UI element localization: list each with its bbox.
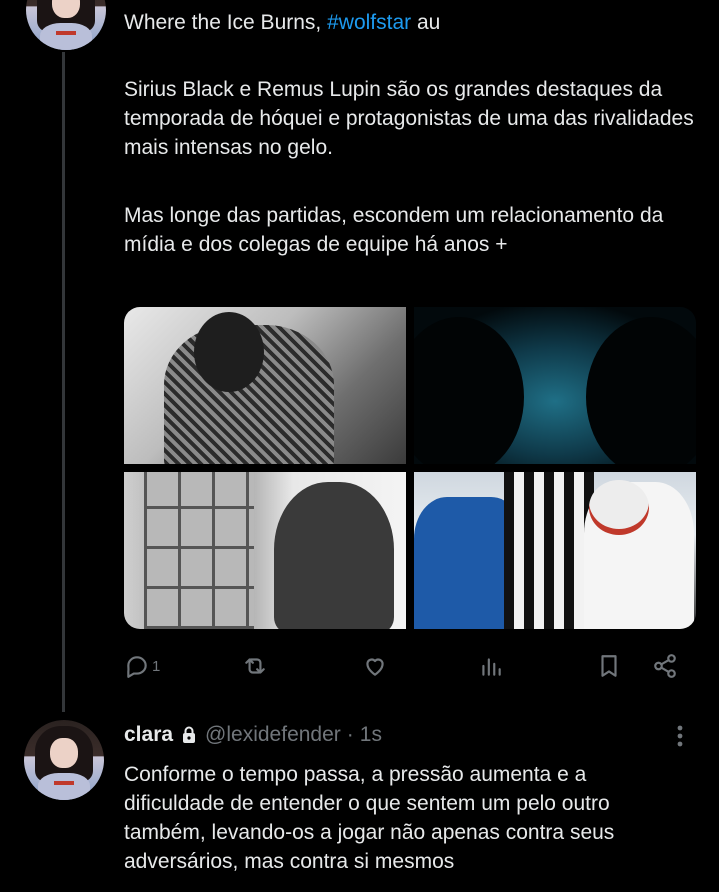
share-icon [654, 654, 676, 678]
like-icon [366, 658, 384, 676]
display-name[interactable]: clara [124, 723, 173, 747]
media-image-4[interactable] [414, 472, 696, 629]
media-grid [124, 307, 696, 629]
separator-dot: · [346, 723, 354, 746]
retweet-button[interactable] [242, 648, 270, 684]
hashtag-link[interactable]: #wolfstar [327, 11, 411, 34]
bookmark-icon [601, 655, 617, 677]
user-handle[interactable]: @lexidefender [205, 723, 341, 747]
share-button[interactable] [652, 648, 678, 684]
avatar[interactable] [24, 720, 104, 800]
tweet-body: Conforme o tempo passa, a pressão aument… [124, 763, 621, 873]
like-button[interactable] [362, 648, 390, 684]
tweet-paragraph-1: Sirius Black e Remus Lupin são os grande… [124, 78, 700, 159]
tweet-actions: 1 [124, 648, 696, 684]
timestamp[interactable]: 1s [360, 723, 382, 747]
lock-icon [183, 726, 196, 743]
media-image-1[interactable] [124, 307, 406, 464]
retweet-icon [245, 658, 265, 674]
more-icon[interactable] [668, 722, 692, 750]
thread-line [62, 52, 65, 712]
views-button[interactable] [478, 648, 506, 684]
reply-icon [127, 656, 147, 678]
bookmark-button[interactable] [596, 648, 622, 684]
media-image-3[interactable] [124, 472, 406, 629]
media-image-2[interactable] [414, 307, 696, 464]
avatar[interactable] [26, 0, 106, 50]
tweet-title: Where the Ice Burns, #wolfstar au [124, 11, 441, 34]
views-icon [482, 658, 501, 676]
tweet-header: clara @lexidefender · 1s [124, 720, 382, 750]
reply-button[interactable]: 1 [124, 648, 160, 684]
tweet-paragraph-2: Mas longe das partidas, escondem um rela… [124, 204, 670, 256]
reply-count: 1 [152, 657, 161, 675]
